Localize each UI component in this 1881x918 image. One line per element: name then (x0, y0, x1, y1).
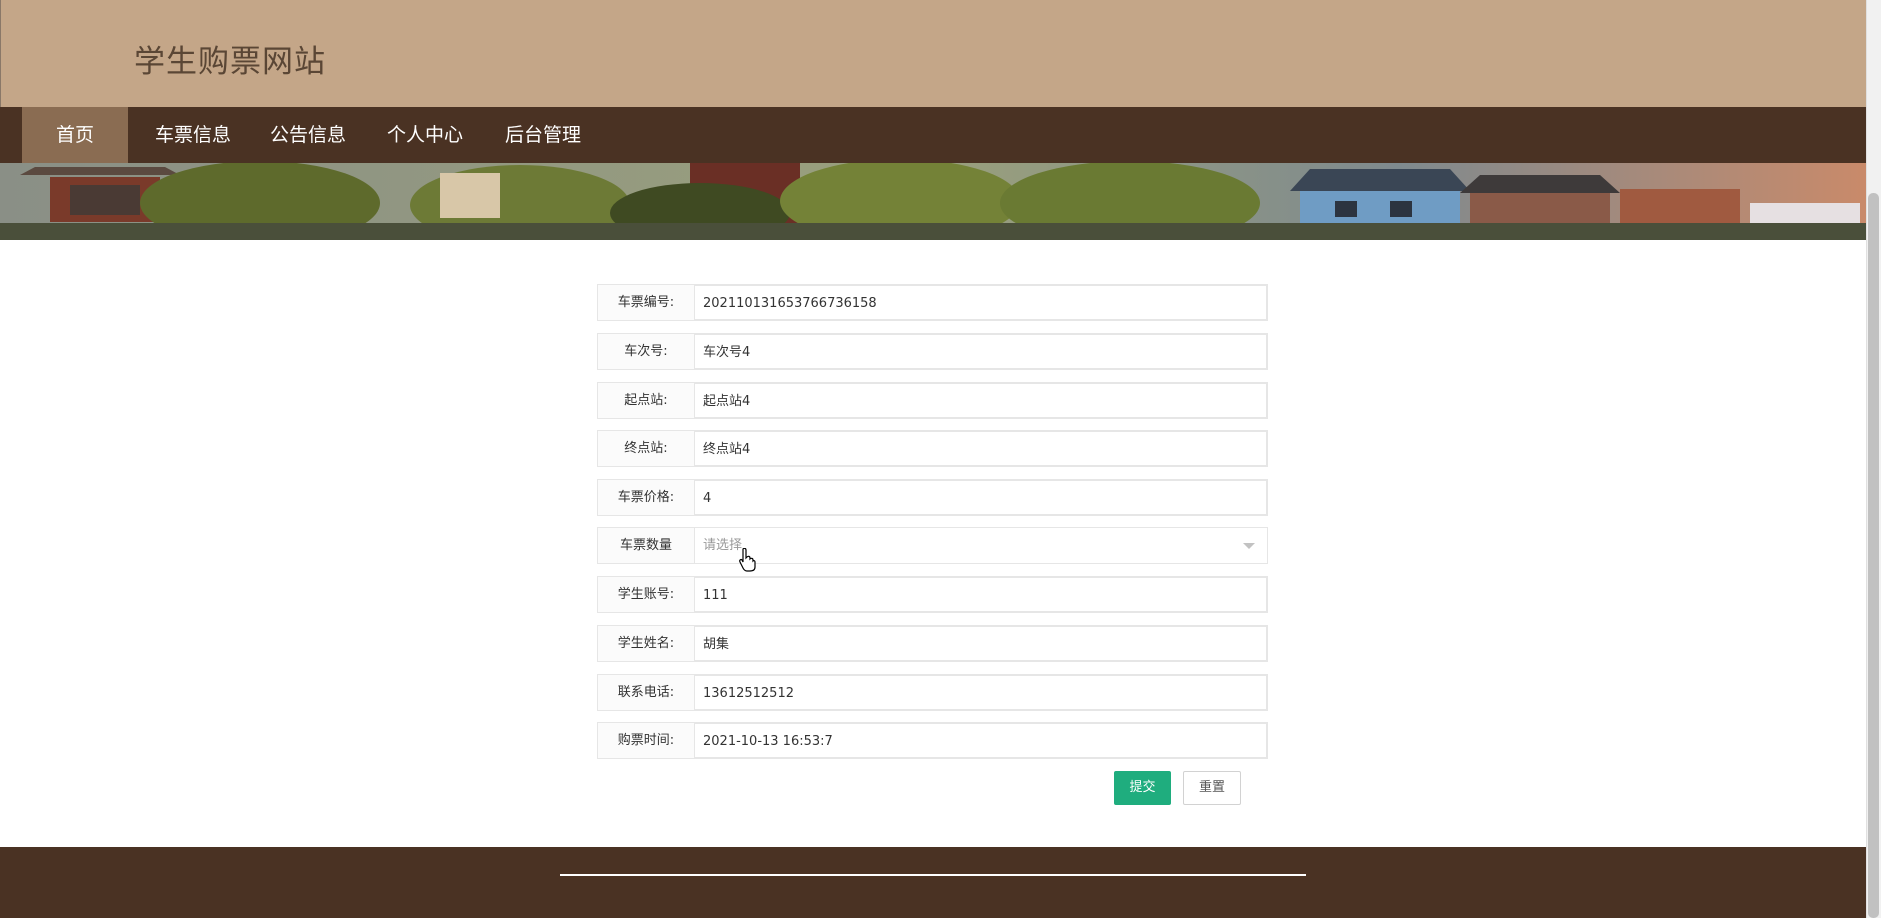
main-nav: 首页 车票信息 公告信息 个人中心 后台管理 (0, 107, 1866, 163)
ticket-number-label: 车票编号: (598, 285, 695, 320)
page: 学生购票网站 首页 车票信息 公告信息 个人中心 后台管理 车票编号: 2021… (0, 0, 1881, 918)
banner-image (0, 163, 1866, 240)
nav-item-announcements[interactable]: 公告信息 (258, 107, 358, 163)
end-station-input[interactable]: 终点站4 (695, 431, 1267, 466)
end-station-label: 终点站: (598, 431, 695, 466)
hand-pointer-icon (739, 548, 756, 572)
field-phone: 联系电话: 13612512512 (597, 674, 1268, 711)
field-ticket-number: 车票编号: 20211013165376673615​8 (597, 284, 1268, 321)
site-footer (0, 847, 1866, 918)
start-station-input[interactable]: 起点站4 (695, 383, 1267, 418)
ticket-quantity-placeholder: 请选择 (703, 538, 743, 553)
ticket-price-label: 车票价格: (598, 480, 695, 515)
field-student-account: 学生账号: 111 (597, 576, 1268, 613)
ticket-quantity-label: 车票数量 (598, 528, 695, 563)
banner-scenery (0, 163, 1866, 240)
field-train-number: 车次号: 车次号4 (597, 333, 1268, 370)
purchase-time-input[interactable]: 2021-10-13 16:53:7 (695, 723, 1267, 758)
student-name-label: 学生姓名: (598, 626, 695, 661)
phone-label: 联系电话: (598, 675, 695, 710)
field-start-station: 起点站: 起点站4 (597, 382, 1268, 419)
ticket-number-input[interactable]: 20211013165376673615​8 (695, 285, 1267, 320)
ticket-price-input[interactable]: 4 (695, 480, 1267, 515)
footer-divider (560, 874, 1306, 876)
field-ticket-price: 车票价格: 4 (597, 479, 1268, 516)
phone-input[interactable]: 13612512512 (695, 675, 1267, 710)
nav-item-personal-center[interactable]: 个人中心 (375, 107, 475, 163)
field-ticket-quantity: 车票数量 请选择 (597, 527, 1268, 564)
site-title: 学生购票网站 (134, 44, 326, 80)
submit-button[interactable]: 提交 (1114, 771, 1171, 805)
scrollbar-thumb[interactable] (1868, 193, 1879, 918)
nav-item-admin[interactable]: 后台管理 (493, 107, 593, 163)
train-number-input[interactable]: 车次号4 (695, 334, 1267, 369)
nav-item-home[interactable]: 首页 (22, 107, 128, 163)
field-student-name: 学生姓名: 胡集 (597, 625, 1268, 662)
train-number-label: 车次号: (598, 334, 695, 369)
nav-item-tickets[interactable]: 车票信息 (143, 107, 243, 163)
student-account-label: 学生账号: (598, 577, 695, 612)
field-purchase-time: 购票时间: 2021-10-13 16:53:7 (597, 722, 1268, 759)
reset-button[interactable]: 重置 (1183, 771, 1241, 805)
student-name-input[interactable]: 胡集 (695, 626, 1267, 661)
purchase-time-label: 购票时间: (598, 723, 695, 758)
student-account-input[interactable]: 111 (695, 577, 1267, 612)
chevron-down-icon (1243, 543, 1255, 549)
start-station-label: 起点站: (598, 383, 695, 418)
site-header: 学生购票网站 (0, 0, 1866, 107)
ticket-quantity-select[interactable]: 请选择 (695, 528, 1267, 563)
field-end-station: 终点站: 终点站4 (597, 430, 1268, 467)
